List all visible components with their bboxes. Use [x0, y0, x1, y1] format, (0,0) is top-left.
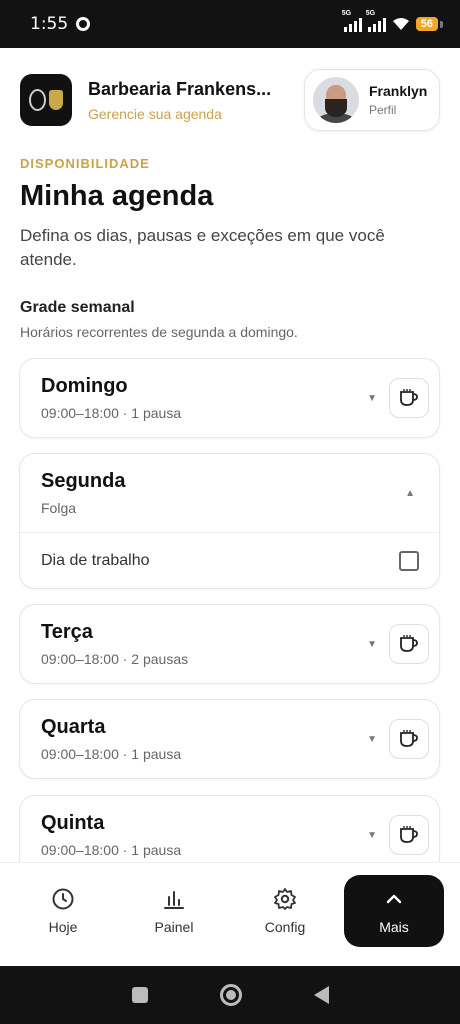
weekly-day-list: Domingo 09:00–18:00 · 1 pausa ▼ Segunda … — [19, 358, 441, 862]
business-subtitle: Gerencie sua agenda — [88, 105, 222, 122]
add-break-button[interactable] — [389, 624, 429, 664]
day-name: Segunda — [41, 470, 126, 492]
wifi-icon — [392, 18, 409, 30]
business-logo[interactable] — [20, 74, 72, 126]
weekly-grid-title: Grade semanal — [20, 299, 135, 316]
nav-label: Config — [264, 919, 306, 935]
home-icon[interactable] — [219, 984, 242, 1006]
nav-hoje[interactable]: Hoje — [13, 875, 113, 947]
add-break-button[interactable] — [389, 719, 429, 759]
nav-label: Mais — [379, 919, 409, 935]
signal-icon: 5G — [342, 10, 362, 32]
nav-label: Hoje — [48, 919, 78, 935]
day-card-domingo[interactable]: Domingo 09:00–18:00 · 1 pausa ▼ — [19, 358, 440, 438]
network-tag: 5G — [341, 10, 352, 17]
business-info: Barbearia Frankens... Gerencie sua agend… — [88, 79, 288, 122]
status-time: 1:55 — [30, 14, 69, 34]
day-card-segunda[interactable]: Segunda Folga ▲ Dia de trabalho — [19, 453, 440, 589]
section-eyebrow: DISPONIBILIDADE — [20, 156, 150, 171]
page-title: Minha agenda — [20, 180, 214, 212]
bottom-navigation: Hoje Painel Config Mais — [0, 862, 460, 966]
system-navigation-bar — [0, 966, 460, 1024]
nav-label: Painel — [154, 919, 194, 935]
battery-icon: 56 — [415, 17, 444, 31]
clock-icon — [52, 888, 74, 910]
profile-label: Perfil — [369, 103, 397, 117]
chrome-icon — [76, 17, 91, 31]
weekly-grid-subtitle: Horários recorrentes de segunda a doming… — [20, 324, 298, 340]
nav-painel[interactable]: Painel — [124, 875, 224, 947]
day-card-quinta[interactable]: Quinta 09:00–18:00 · 1 pausa ▼ — [19, 795, 440, 862]
nav-config[interactable]: Config — [235, 875, 335, 947]
chevron-down-icon[interactable]: ▼ — [367, 393, 377, 404]
chevron-up-icon — [386, 894, 402, 904]
coffee-cup-icon — [400, 389, 418, 406]
day-summary: 09:00–18:00 · 1 pausa — [41, 405, 182, 421]
status-icons: 5G 5G 56 — [342, 10, 444, 32]
bar-chart-icon — [164, 891, 184, 909]
status-bar: 1:55 5G 5G 56 — [0, 0, 460, 48]
profile-button[interactable]: Franklyn Perfil — [304, 69, 440, 131]
day-summary: Folga — [41, 500, 77, 516]
avatar — [313, 77, 359, 123]
recents-icon[interactable] — [131, 987, 148, 1003]
day-name: Quinta — [41, 812, 105, 834]
work-day-toggle-row[interactable]: Dia de trabalho — [20, 532, 439, 588]
coffee-cup-icon — [400, 635, 418, 652]
page-description: Defina os dias, pausas e exceções em que… — [20, 226, 385, 269]
day-card-quarta[interactable]: Quarta 09:00–18:00 · 1 pausa ▼ — [19, 699, 440, 779]
day-summary: 09:00–18:00 · 1 pausa — [41, 746, 182, 762]
day-name: Quarta — [41, 716, 106, 738]
work-day-label: Dia de trabalho — [41, 551, 150, 569]
gear-icon — [274, 888, 296, 910]
profile-name: Franklyn — [369, 83, 428, 99]
nav-mais[interactable]: Mais — [344, 875, 444, 947]
day-name: Terça — [41, 621, 93, 643]
network-tag: 5G — [365, 10, 376, 17]
coffee-cup-icon — [400, 730, 418, 747]
add-break-button[interactable] — [389, 378, 429, 418]
business-name: Barbearia Frankens... — [88, 78, 272, 99]
chevron-up-icon[interactable]: ▲ — [405, 488, 415, 499]
day-card-terca[interactable]: Terça 09:00–18:00 · 2 pausas ▼ — [19, 604, 440, 684]
chevron-down-icon[interactable]: ▼ — [367, 734, 377, 745]
chevron-down-icon[interactable]: ▼ — [367, 830, 377, 841]
work-day-checkbox[interactable] — [399, 550, 419, 571]
back-icon[interactable] — [313, 986, 329, 1004]
coffee-cup-icon — [400, 826, 418, 843]
day-summary: 09:00–18:00 · 1 pausa — [41, 842, 182, 858]
day-name: Domingo — [41, 375, 128, 397]
day-summary: 09:00–18:00 · 2 pausas — [41, 651, 189, 667]
chevron-down-icon[interactable]: ▼ — [367, 639, 377, 650]
signal-icon: 5G — [366, 10, 386, 32]
add-break-button[interactable] — [389, 815, 429, 855]
app-header: Barbearia Frankens... Gerencie sua agend… — [20, 66, 440, 134]
